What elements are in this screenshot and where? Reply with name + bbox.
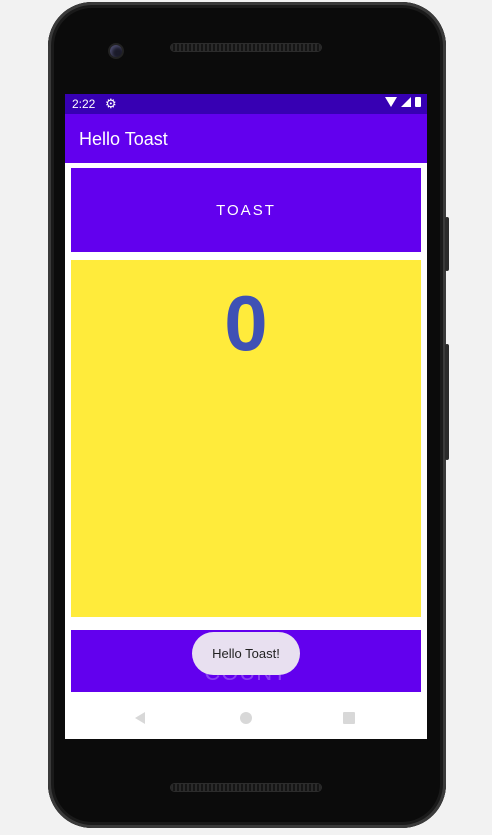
top-speaker (171, 44, 321, 51)
front-camera (110, 45, 122, 57)
count-value: 0 (224, 279, 268, 367)
bottom-speaker (171, 784, 321, 791)
app-title: Hello Toast (79, 129, 168, 149)
recents-icon[interactable] (343, 712, 355, 724)
home-icon[interactable] (240, 712, 252, 724)
power-button (445, 217, 449, 271)
wifi-icon (385, 97, 397, 107)
status-icons (385, 97, 421, 107)
toast-message: Hello Toast! (192, 632, 300, 675)
count-display: 0 (71, 260, 421, 617)
status-bar: 2:22 ⚙ (65, 94, 427, 114)
device-screen: 2:22 ⚙ Hello Toast TOAST 0 COUNT Hello T… (65, 94, 427, 739)
app-bar: Hello Toast (65, 114, 427, 163)
gear-icon: ⚙ (105, 96, 117, 111)
back-icon[interactable] (135, 712, 145, 724)
navigation-bar (65, 700, 427, 736)
volume-button (445, 344, 449, 460)
battery-icon (415, 97, 421, 107)
status-time: 2:22 (72, 97, 96, 111)
toast-button[interactable]: TOAST (71, 168, 421, 252)
signal-icon (401, 97, 411, 107)
